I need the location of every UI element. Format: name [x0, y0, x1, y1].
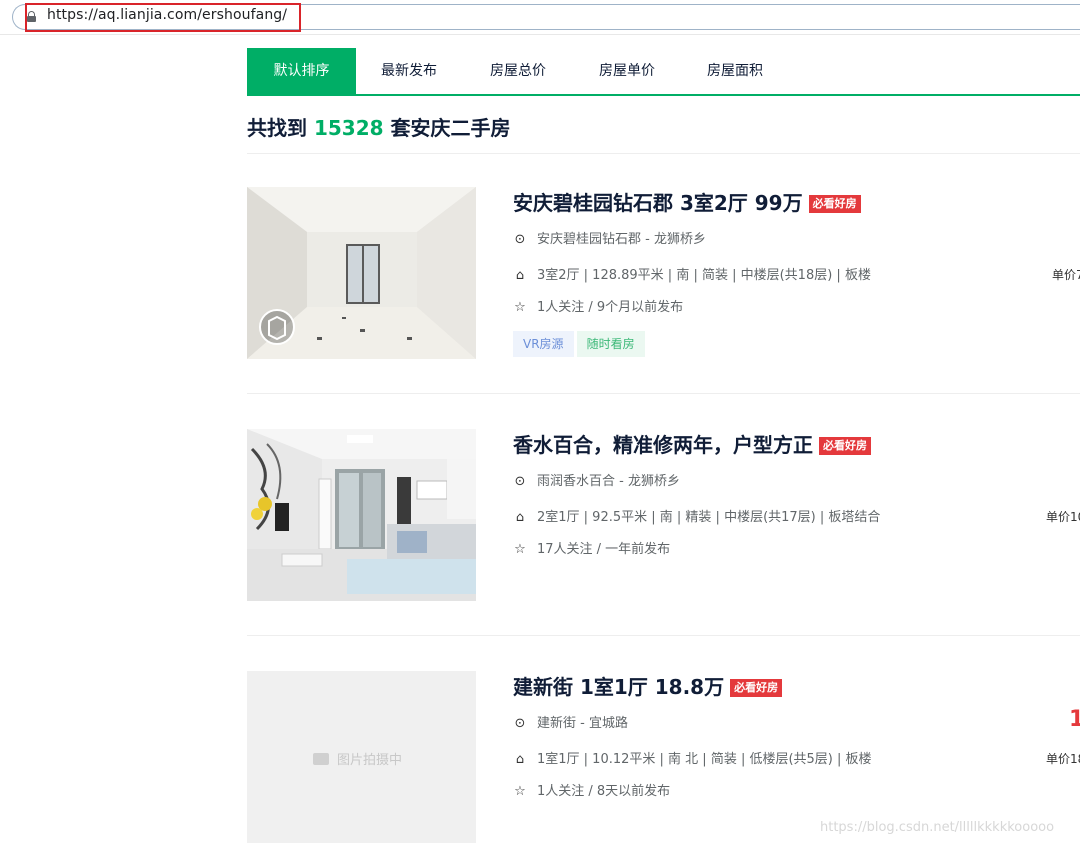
camera-icon	[313, 753, 329, 765]
tab-unit-price[interactable]: 房屋单价	[582, 48, 672, 94]
location-pin-icon: ⊙	[514, 716, 526, 731]
browser-address-bar: https://aq.lianjia.com/ershoufang/	[0, 0, 1080, 34]
result-count: 共找到 15328 套安庆二手房	[247, 112, 511, 141]
must-see-badge: 必看好房	[819, 437, 871, 455]
listing-photo-placeholder[interactable]: 图片拍摄中	[247, 671, 476, 843]
follow-info-text: 1人关注 / 9个月以前发布	[537, 300, 684, 315]
location-text[interactable]: 雨润香水百合 - 龙狮桥乡	[537, 474, 680, 489]
result-number: 15328	[313, 116, 384, 140]
listing-item: 香水百合，精准修两年，户型方正 必看好房 ⊙ 雨润香水百合 - 龙狮桥乡 ⌂ 2室1厅…	[247, 429, 1080, 601]
listing-title[interactable]: 香水百合，精准修两年，户型方正 必看好房	[513, 429, 871, 458]
list-divider	[247, 635, 1080, 636]
house-icon: ⌂	[515, 752, 525, 767]
tab-total-price[interactable]: 房屋总价	[473, 48, 563, 94]
location-row: ⊙ 建新街 - 宜城路	[513, 712, 628, 731]
total-price: 1	[1069, 707, 1080, 732]
star-icon: ☆	[514, 784, 526, 799]
star-icon: ☆	[514, 542, 526, 557]
list-divider	[247, 393, 1080, 394]
location-pin-icon: ⊙	[514, 474, 526, 489]
tab-latest[interactable]: 最新发布	[364, 48, 454, 94]
listing-tags: VR房源 随时看房	[513, 331, 648, 357]
location-text[interactable]: 建新街 - 宜城路	[537, 716, 628, 731]
follow-info-text: 17人关注 / 一年前发布	[537, 542, 671, 557]
listing-photo[interactable]	[247, 429, 476, 601]
unit-price: 单价7	[1052, 268, 1080, 282]
unit-price: 单价18	[1046, 752, 1080, 766]
location-text[interactable]: 安庆碧桂园钻石郡 - 龙狮桥乡	[537, 232, 706, 247]
star-icon: ☆	[514, 300, 526, 315]
sort-tabs: 默认排序 最新发布 房屋总价 房屋单价 房屋面积	[247, 48, 1080, 96]
listing-item: 安庆碧桂园钻石郡 3室2厅 99万 必看好房 ⊙ 安庆碧桂园钻石郡 - 龙狮桥乡 ⌂…	[247, 187, 1080, 359]
list-divider	[247, 153, 1080, 154]
view-anytime-tag: 随时看房	[576, 331, 645, 357]
follow-info-text: 1人关注 / 8天以前发布	[537, 784, 671, 799]
location-pin-icon: ⊙	[514, 232, 526, 247]
unit-price: 单价10	[1046, 510, 1080, 524]
must-see-badge: 必看好房	[730, 679, 783, 697]
house-icon: ⌂	[515, 268, 525, 283]
url-highlight-box	[25, 3, 301, 32]
result-prefix: 共找到	[247, 116, 314, 140]
house-icon: ⌂	[515, 510, 525, 525]
house-info-row: ⌂ 3室2厅 | 128.89平米 | 南 | 简装 | 中楼层(共18层) | …	[513, 264, 871, 283]
must-see-badge: 必看好房	[808, 195, 861, 213]
house-info-row: ⌂ 2室1厅 | 92.5平米 | 南 | 精装 | 中楼层(共17层) | 板塔…	[513, 506, 881, 525]
follow-info-row: ☆ 17人关注 / 一年前发布	[513, 538, 670, 557]
tab-area[interactable]: 房屋面积	[690, 48, 780, 94]
location-row: ⊙ 雨润香水百合 - 龙狮桥乡	[513, 470, 680, 489]
result-suffix: 套安庆二手房	[383, 116, 511, 140]
follow-info-row: ☆ 1人关注 / 8天以前发布	[513, 780, 670, 799]
house-info-text: 1室1厅 | 10.12平米 | 南 北 | 简装 | 低楼层(共5层) | 板…	[537, 752, 872, 767]
vr-tag: VR房源	[513, 331, 574, 357]
listing-item: 图片拍摄中 建新街 1室1厅 18.8万 必看好房 ⊙ 建新街 - 宜城路 ⌂ 1室1…	[247, 671, 1080, 843]
location-row: ⊙ 安庆碧桂园钻石郡 - 龙狮桥乡	[513, 228, 706, 247]
watermark: https://blog.csdn.net/lllllkkkkkooooo	[820, 820, 1055, 835]
house-info-row: ⌂ 1室1厅 | 10.12平米 | 南 北 | 简装 | 低楼层(共5层) | …	[513, 748, 872, 767]
house-info-text: 3室2厅 | 128.89平米 | 南 | 简装 | 中楼层(共18层) | 板…	[537, 268, 871, 283]
tab-default-sort[interactable]: 默认排序	[247, 48, 356, 94]
photo-pending: 图片拍摄中	[313, 749, 402, 768]
listing-title[interactable]: 安庆碧桂园钻石郡 3室2厅 99万 必看好房	[513, 187, 861, 216]
house-info-text: 2室1厅 | 92.5平米 | 南 | 精装 | 中楼层(共17层) | 板塔结…	[537, 510, 881, 525]
listing-photo[interactable]	[247, 187, 476, 359]
toolbar-divider	[0, 34, 1080, 35]
listing-title[interactable]: 建新街 1室1厅 18.8万 必看好房	[513, 671, 783, 700]
follow-info-row: ☆ 1人关注 / 9个月以前发布	[513, 296, 683, 315]
